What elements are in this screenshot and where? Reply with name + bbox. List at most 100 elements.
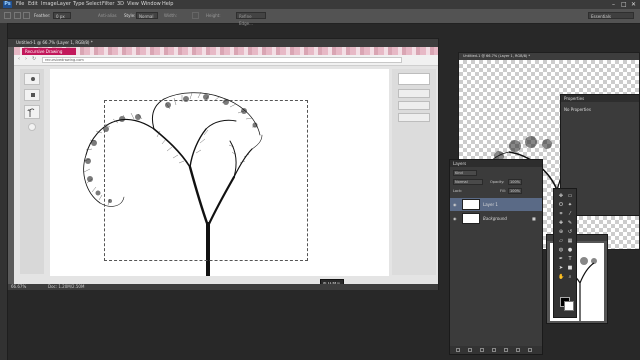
clone-tool-icon[interactable]: ⊕ (558, 229, 564, 235)
circle-shape-button[interactable] (24, 73, 40, 85)
swap-icon[interactable] (192, 12, 199, 19)
marquee-tool-icon[interactable] (4, 12, 11, 19)
type-tool-icon[interactable]: T (567, 256, 573, 262)
forward-icon[interactable]: › (25, 57, 30, 62)
blend-mode-select[interactable]: Normal (453, 179, 483, 185)
shape-tool-icon[interactable]: ■ (567, 265, 573, 271)
tree-shape-button[interactable] (24, 105, 40, 119)
feather-label: Feather: (34, 13, 51, 18)
layers-footer (450, 346, 542, 354)
menu-image[interactable]: Image (41, 1, 57, 8)
layers-title[interactable]: Layers (450, 160, 542, 167)
new-layer-icon[interactable] (516, 348, 520, 352)
history-brush-icon[interactable]: ↺ (567, 229, 573, 235)
square-shape-button[interactable] (24, 89, 40, 101)
eyedropper-tool-icon[interactable]: ⁄ (567, 211, 573, 217)
lock-icon: ■ (532, 216, 536, 221)
minimize-button[interactable]: – (612, 1, 615, 8)
drawing-canvas[interactable] (50, 69, 389, 276)
add-mask-icon[interactable] (480, 348, 484, 352)
drawing-sidebar (20, 69, 44, 274)
document-tab[interactable]: Untitled-1 @ 66.7% (Layer 1, RGB/8) * (8, 39, 438, 47)
healing-tool-icon[interactable]: ✚ (558, 220, 564, 226)
thumbnail-2[interactable] (398, 89, 430, 98)
tools-panel: ✥ ▭ ʘ ✦ ⌗ ⁄ ✚ ✎ ⊕ ↺ ▱ ▦ ◍ ● ✒ T ➤ ■ ✋ ⌕ (553, 188, 577, 318)
antialias-checkbox[interactable]: Anti-alias (98, 12, 117, 20)
thumbnail-4[interactable] (398, 113, 430, 122)
new-selection-icon[interactable] (14, 12, 21, 19)
layer-style-icon[interactable] (468, 348, 472, 352)
browser-tab[interactable]: Recursive Drawing (22, 48, 76, 55)
address-bar[interactable]: recursivedrawing.com (42, 57, 402, 63)
link-layers-icon[interactable] (456, 348, 460, 352)
properties-empty-text: No Properties (564, 107, 591, 112)
layers-lock-row: Lock: Fill: 100% (450, 187, 542, 196)
magic-wand-tool-icon[interactable]: ✦ (567, 202, 573, 208)
eraser-tool-icon[interactable]: ▱ (558, 238, 564, 244)
menu-window[interactable]: Window (141, 1, 161, 8)
menu-layer[interactable]: Layer (57, 1, 71, 8)
background-color-swatch[interactable] (564, 301, 574, 311)
layers-thumbnails (392, 69, 436, 275)
layer-row[interactable]: ◉ Background ■ (450, 212, 542, 225)
opacity-input[interactable]: 100% (508, 179, 522, 185)
page-body (14, 66, 438, 284)
second-document-title[interactable]: Untitled-1 @ 66.7% (Layer 1, RGB/8) * (459, 53, 639, 60)
layer-row[interactable]: ◉ Layer 1 (450, 198, 542, 211)
photoshop-logo: Ps (3, 1, 12, 8)
gradient-tool-icon[interactable]: ▦ (567, 238, 573, 244)
menu-help[interactable]: Help (162, 1, 173, 8)
group-icon[interactable] (504, 348, 508, 352)
blur-tool-icon[interactable]: ◍ (558, 247, 564, 253)
menu-filter[interactable]: Filter (102, 1, 114, 8)
lasso-tool-icon[interactable]: ʘ (558, 202, 564, 208)
width-label: Width: (164, 13, 177, 18)
feather-input[interactable]: 0 px (53, 12, 71, 19)
menu-view[interactable]: View (127, 1, 139, 8)
maximize-button[interactable]: □ (621, 1, 627, 8)
trash-icon[interactable] (528, 348, 532, 352)
height-label: Height: (206, 13, 221, 18)
properties-title[interactable]: Properties (561, 95, 639, 102)
refine-edge-button[interactable]: Refine Edge... (236, 12, 266, 26)
marquee-tool-icon[interactable]: ▭ (567, 193, 573, 199)
menu-file[interactable]: File (16, 1, 24, 8)
layer-name: Background (483, 216, 507, 221)
move-tool-icon[interactable]: ✥ (558, 193, 564, 199)
lock-label: Lock: (453, 189, 463, 193)
pen-tool-icon[interactable]: ✒ (558, 256, 564, 262)
menu-type[interactable]: Type (73, 1, 84, 8)
path-selection-icon[interactable]: ➤ (558, 265, 564, 271)
menu-edit[interactable]: Edit (28, 1, 38, 8)
close-button[interactable]: ✕ (631, 1, 636, 8)
hand-tool-icon[interactable]: ✋ (558, 274, 564, 280)
thumbnail-3[interactable] (398, 101, 430, 110)
options-bar: Feather: 0 px Anti-alias Style: Normal W… (0, 9, 640, 26)
browser-screenshot: Recursive Drawing ‹ › ↻ recursivedrawing… (14, 47, 438, 284)
layers-panel: Layers Kind Normal Opacity: 100% Lock: F… (449, 159, 543, 355)
browser-address-row: ‹ › ↻ recursivedrawing.com (14, 55, 438, 66)
eye-icon[interactable]: ◉ (453, 216, 458, 221)
menu-select[interactable]: Select (86, 1, 101, 8)
add-selection-icon[interactable] (23, 12, 30, 19)
opacity-label: Opacity: (490, 180, 505, 184)
status-bar: 66.67% Doc: 1.20M/2.50M (8, 284, 438, 290)
brush-tool-icon[interactable]: ✎ (567, 220, 573, 226)
eye-icon[interactable]: ◉ (453, 202, 458, 207)
workspace-select[interactable]: Essentials (588, 12, 634, 19)
thumbnail-tree[interactable] (398, 73, 430, 85)
back-icon[interactable]: ‹ (18, 57, 23, 62)
layer-thumbnail (462, 213, 480, 224)
add-shape-button[interactable] (28, 123, 36, 131)
zoom-tool-icon[interactable]: ⌕ (567, 274, 573, 280)
adjustment-layer-icon[interactable] (492, 348, 496, 352)
reload-icon[interactable]: ↻ (32, 57, 37, 62)
zoom-level[interactable]: 66.67% (11, 284, 26, 290)
menu-3d[interactable]: 3D (117, 1, 124, 8)
crop-tool-icon[interactable]: ⌗ (558, 211, 564, 217)
dodge-tool-icon[interactable]: ● (567, 247, 573, 253)
style-select[interactable]: Normal (136, 12, 158, 19)
fill-input[interactable]: 100% (508, 188, 522, 194)
marquee-selection[interactable] (104, 100, 308, 261)
kind-filter-select[interactable]: Kind (453, 170, 477, 176)
